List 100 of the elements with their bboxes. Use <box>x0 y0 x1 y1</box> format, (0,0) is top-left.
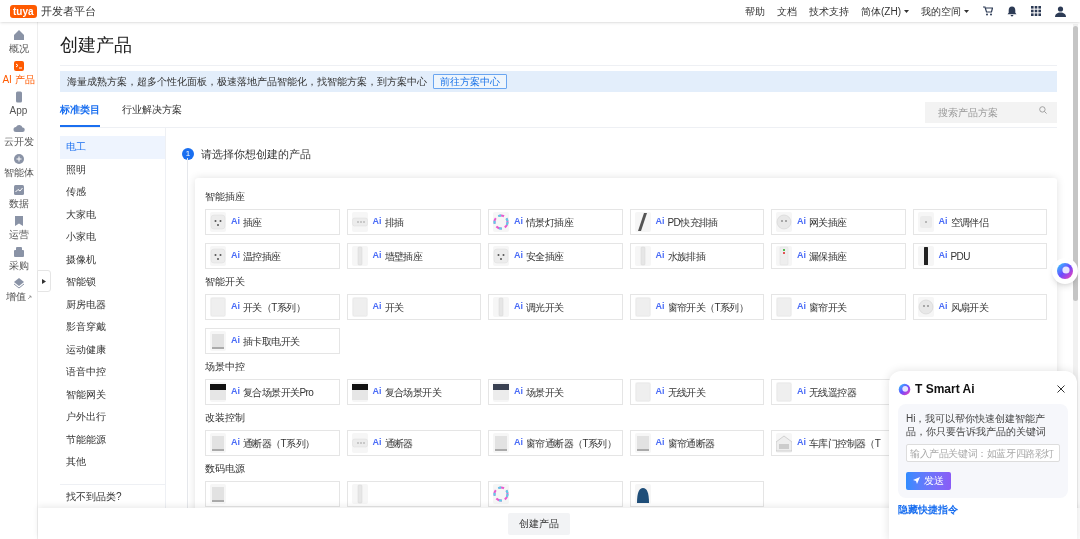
collapse-tab[interactable] <box>37 270 51 292</box>
ai-label: Ai <box>655 385 665 399</box>
product-name: 窗帘通断器（T系列） <box>526 436 617 451</box>
product-card[interactable]: Ai 窗帘开关 <box>771 294 906 320</box>
nav-item[interactable]: 云开发 <box>0 122 38 150</box>
category-item[interactable]: 户外出行 <box>60 406 165 429</box>
category-item[interactable]: 大家电 <box>60 203 165 226</box>
nav-link[interactable]: 帮助 <box>745 3 765 19</box>
nav-item[interactable]: 采购 <box>0 246 38 274</box>
product-card[interactable] <box>629 481 764 507</box>
nav-link[interactable]: 文档 <box>777 3 797 19</box>
nav-item[interactable]: 增值 <box>0 277 38 305</box>
bell-icon[interactable] <box>1007 5 1017 17</box>
product-name: PDU <box>950 249 970 264</box>
category-item[interactable]: 电工 <box>60 136 165 159</box>
category-item[interactable]: 节能能源 <box>60 428 165 451</box>
ai-label: Ai <box>797 436 806 450</box>
product-card[interactable]: Ai 复合场景开关 <box>346 379 481 405</box>
send-button[interactable]: 发送 <box>906 471 951 490</box>
product-thumbnail-icon <box>493 382 509 402</box>
category-item[interactable]: 智能网关 <box>60 383 165 406</box>
product-card[interactable]: Ai 安全插座 <box>488 243 623 269</box>
hide-shortcuts-link[interactable]: 隐藏快捷指令 <box>898 501 958 517</box>
solution-center-button[interactable]: 前往方案中心 <box>433 74 507 89</box>
ai-label: Ai <box>514 385 523 399</box>
category-item[interactable]: 传感 <box>60 181 165 204</box>
product-card[interactable]: Ai 温控插座 <box>205 243 340 269</box>
product-card[interactable]: Ai 排插 <box>346 209 481 235</box>
ai-label: Ai <box>797 300 806 314</box>
brand-name: 开发者平台 <box>40 3 96 19</box>
product-card[interactable]: Ai 网关插座 <box>771 209 906 235</box>
swirl-logo-icon <box>898 382 911 396</box>
product-card[interactable]: Ai 复合场景开关Pro <box>205 379 340 405</box>
category-item[interactable]: 影音穿戴 <box>60 316 165 339</box>
dropdown-menu[interactable]: 简体(ZH) <box>861 3 909 19</box>
product-card[interactable]: Ai 水族排插 <box>629 243 764 269</box>
ai-label: Ai <box>231 385 240 399</box>
product-thumbnail-icon <box>210 246 226 266</box>
category-item[interactable]: 小家电 <box>60 226 165 249</box>
nav-icon <box>12 29 25 41</box>
product-name: 复合场景开关 <box>384 385 441 400</box>
ai-label: Ai <box>231 215 240 229</box>
product-thumbnail-icon <box>351 246 368 266</box>
category-item[interactable]: 厨房电器 <box>60 293 165 316</box>
user-icon[interactable] <box>1055 5 1066 17</box>
product-name: 安全插座 <box>526 249 564 264</box>
category-item[interactable]: 其他 <box>60 451 165 474</box>
missing-category-link[interactable]: 找不到品类? <box>60 486 122 507</box>
product-card[interactable]: Ai 通断器（T系列） <box>205 430 340 456</box>
category-item[interactable]: 运动健康 <box>60 338 165 361</box>
product-card[interactable]: Ai 窗帘通断器（T系列） <box>488 430 623 456</box>
product-card[interactable]: Ai 情景灯插座 <box>488 209 623 235</box>
product-card[interactable]: Ai 墙壁插座 <box>346 243 481 269</box>
product-card[interactable]: Ai 场景开关 <box>488 379 623 405</box>
category-item[interactable]: 摄像机 <box>60 248 165 271</box>
cart-icon[interactable] <box>983 6 993 16</box>
product-name: 漏保插座 <box>809 249 847 264</box>
nav-item[interactable]: 运营 <box>0 215 38 243</box>
product-card[interactable]: Ai 窗帘通断器 <box>629 430 764 456</box>
product-card[interactable]: Ai 调光开关 <box>488 294 623 320</box>
product-card[interactable]: Ai 开关（T系列） <box>205 294 340 320</box>
category-item[interactable]: 智能锁 <box>60 271 165 294</box>
product-thumbnail-icon <box>634 246 651 266</box>
product-card[interactable]: Ai 空调伴侣 <box>912 209 1047 235</box>
product-name: 窗帘开关 <box>809 300 847 315</box>
dropdown-menu[interactable]: 我的空间 <box>921 3 969 19</box>
product-card[interactable]: Ai 开关 <box>346 294 481 320</box>
product-card[interactable]: Ai 窗帘开关（T系列） <box>629 294 764 320</box>
apps-grid-icon[interactable] <box>1031 6 1041 16</box>
product-card[interactable]: Ai PD快充排插 <box>629 209 764 235</box>
product-card[interactable]: Ai 插座 <box>205 209 340 235</box>
tab[interactable]: 行业解决方案 <box>122 92 182 127</box>
nav-icon <box>12 184 25 196</box>
product-card[interactable]: Ai 插卡取电开关 <box>205 328 340 354</box>
ai-label: Ai <box>372 300 382 314</box>
nav-item[interactable]: 智能体 <box>0 153 38 181</box>
nav-link[interactable]: 技术支持 <box>809 3 849 19</box>
keyword-input[interactable]: 输入产品关键词：如蓝牙四路彩灯 <box>906 444 1060 462</box>
product-name: 温控插座 <box>243 249 281 264</box>
product-name: 窗帘开关（T系列） <box>667 300 749 315</box>
product-name: 网关插座 <box>809 215 847 230</box>
scrollbar-thumb[interactable] <box>1073 26 1078 301</box>
product-card[interactable]: Ai 无线开关 <box>629 379 764 405</box>
product-card[interactable]: Ai 风扇开关 <box>912 294 1047 320</box>
product-card[interactable]: Ai 漏保插座 <box>771 243 906 269</box>
product-card[interactable]: Ai PDU <box>912 243 1047 269</box>
create-product-button[interactable]: 创建产品 <box>508 512 570 535</box>
nav-item[interactable]: 数据 <box>0 184 38 212</box>
tab[interactable]: 标准类目 <box>60 92 100 127</box>
category-item[interactable]: 照明 <box>60 158 165 181</box>
close-icon[interactable] <box>1057 385 1065 393</box>
nav-item[interactable]: App <box>0 91 38 119</box>
product-name: 场景开关 <box>526 385 564 400</box>
nav-icon <box>12 153 25 165</box>
product-card[interactable]: Ai 通断器 <box>346 430 481 456</box>
category-item[interactable]: 语音中控 <box>60 361 165 384</box>
product-name: 风扇开关 <box>950 300 989 315</box>
product-thumbnail-icon <box>210 484 226 504</box>
search-field[interactable]: 搜索产品方案 <box>925 102 1057 123</box>
nav-item[interactable]: 概况 <box>0 29 38 57</box>
